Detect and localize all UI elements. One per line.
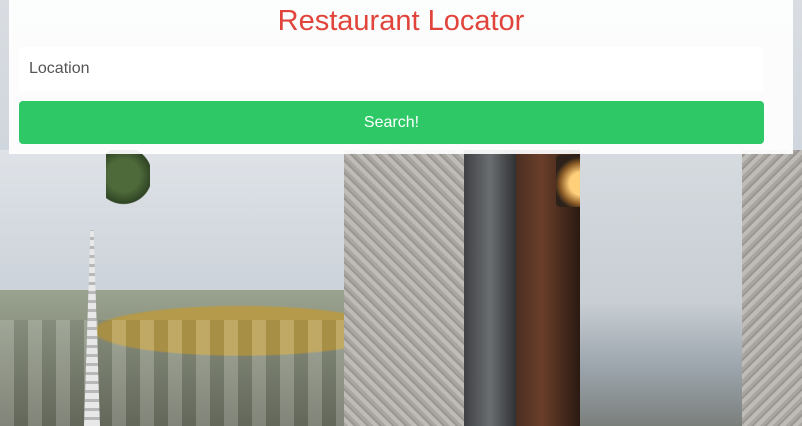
page-title: Restaurant Locator bbox=[277, 5, 525, 37]
background-pillar-right bbox=[742, 150, 802, 426]
search-panel: Restaurant Locator Search! bbox=[9, 0, 793, 154]
page: Restaurant Locator Search! bbox=[0, 0, 802, 426]
background-pillar-left bbox=[344, 150, 464, 426]
background-plant bbox=[106, 150, 150, 214]
background-window-frame bbox=[464, 150, 516, 426]
search-button[interactable]: Search! bbox=[19, 101, 764, 144]
background-window bbox=[580, 150, 742, 426]
location-input[interactable] bbox=[19, 47, 763, 91]
